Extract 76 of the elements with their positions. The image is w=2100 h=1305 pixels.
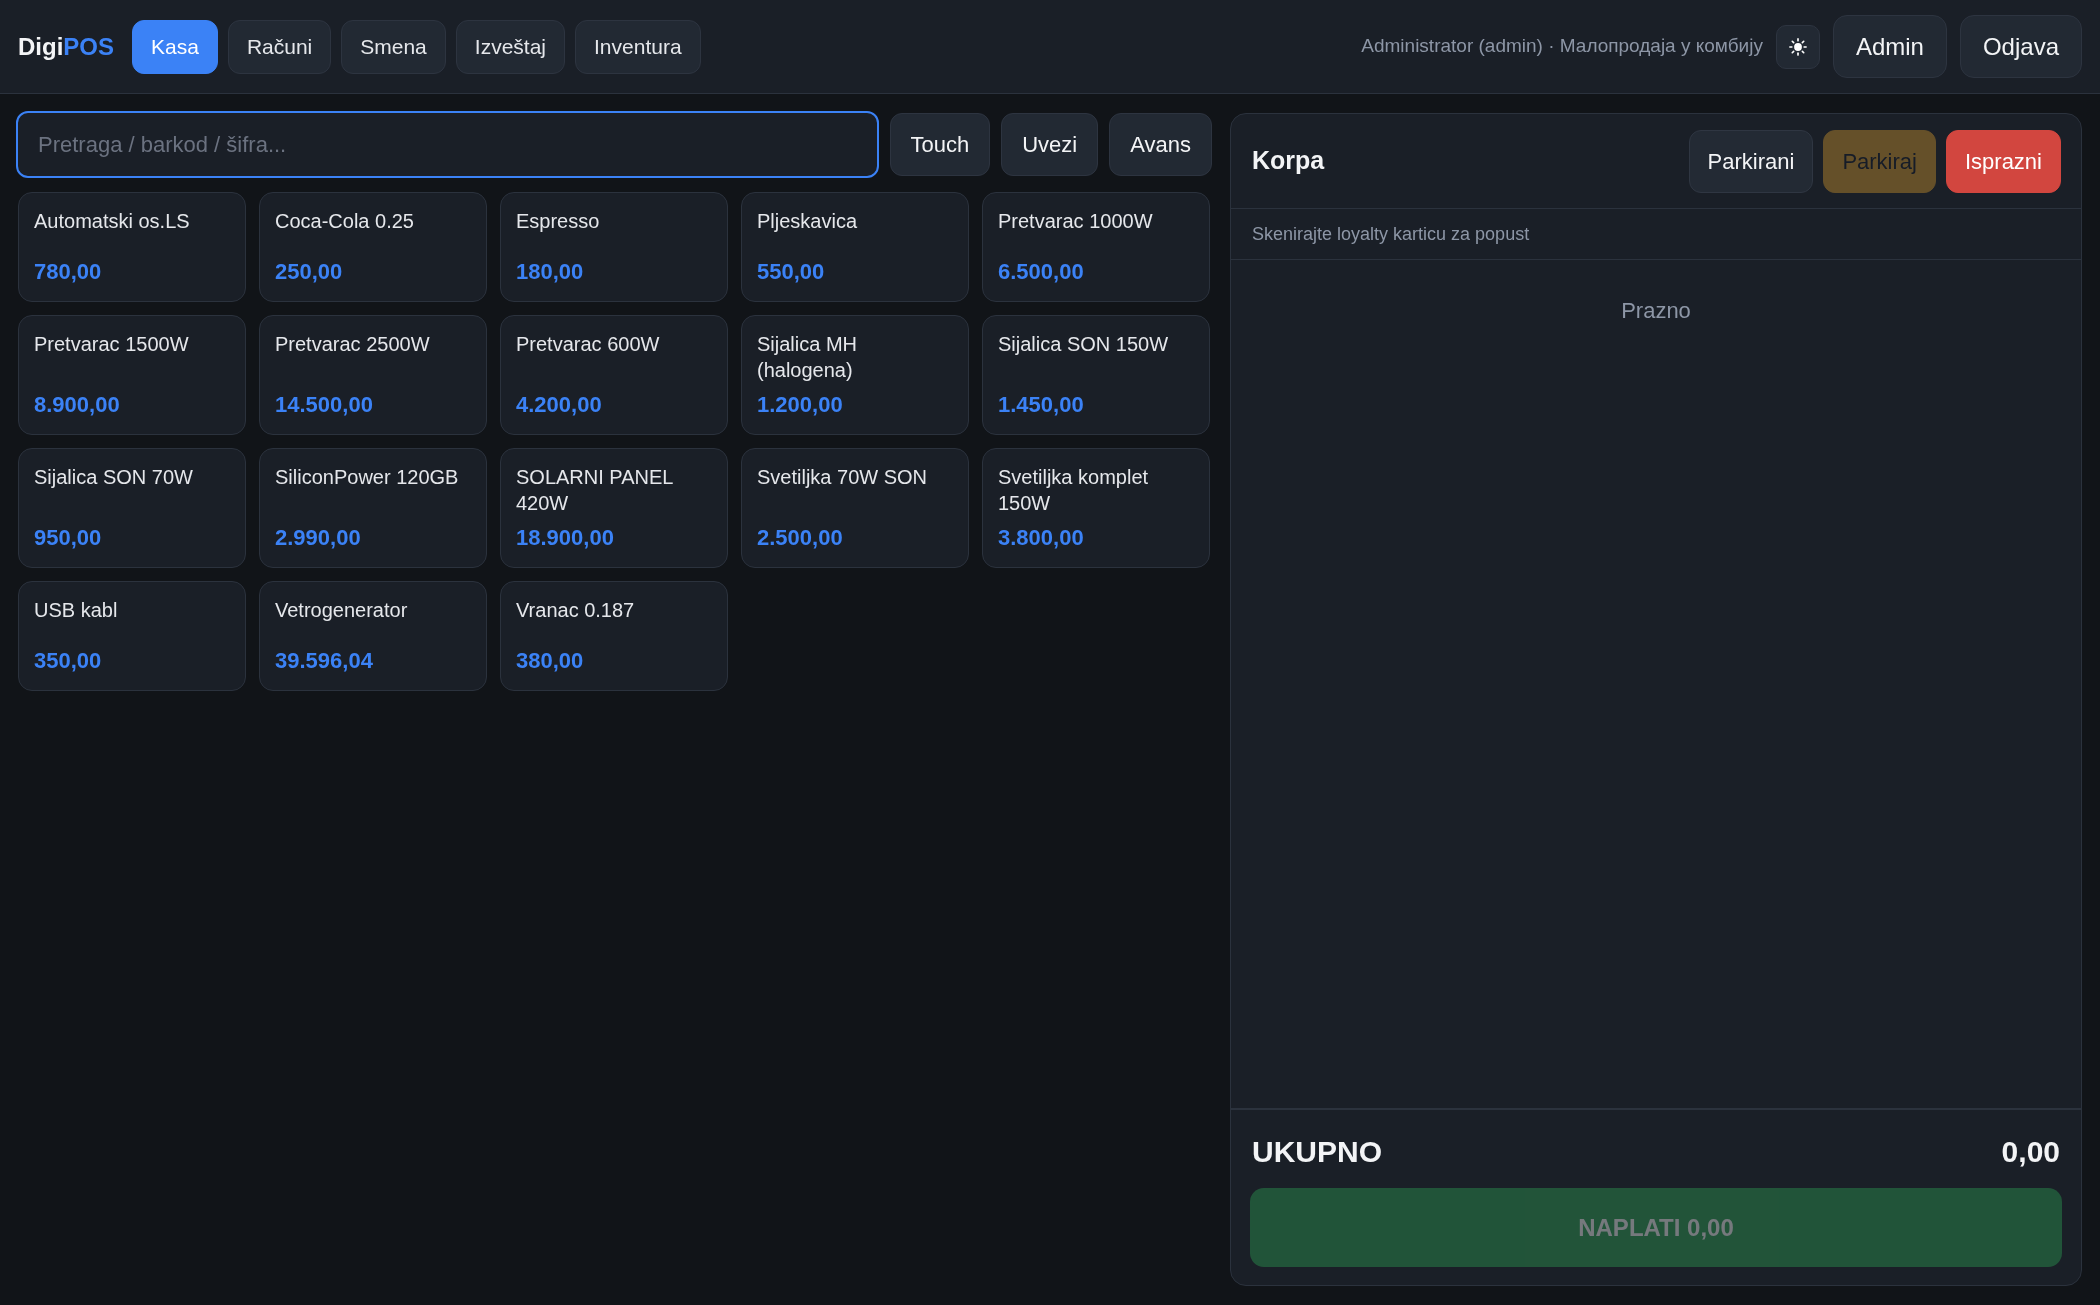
product-price: 6.500,00 bbox=[998, 258, 1084, 286]
product-price: 18.900,00 bbox=[516, 524, 614, 552]
product-card[interactable]: Sijalica MH (halogena) 1.200,00 bbox=[741, 315, 969, 435]
product-price: 950,00 bbox=[34, 524, 102, 552]
product-name: Vetrogenerator bbox=[275, 598, 409, 623]
empty-cart-text: Prazno bbox=[1621, 297, 1691, 325]
product-price: 180,00 bbox=[516, 258, 584, 286]
product-card[interactable]: Pretvarac 2500W 14.500,00 bbox=[259, 315, 487, 435]
product-name: Sijalica SON 70W bbox=[34, 465, 194, 490]
product-name: Sijalica SON 150W bbox=[998, 332, 1170, 357]
product-card[interactable]: Svetiljka komplet 150W 3.800,00 bbox=[982, 448, 1210, 568]
cart-button[interactable]: Parkirani bbox=[1688, 129, 1814, 193]
product-price: 2.500,00 bbox=[757, 524, 843, 552]
user-info: Administrator (admin) · Малопродаја у комбију bbox=[1361, 34, 1763, 59]
product-name: Pretvarac 2500W bbox=[275, 332, 431, 357]
nav-tab[interactable]: Izveštaj bbox=[455, 19, 565, 74]
theme-toggle-button[interactable] bbox=[1775, 24, 1820, 69]
product-price: 380,00 bbox=[516, 647, 584, 675]
header-button[interactable]: Admin bbox=[1832, 15, 1947, 78]
product-card[interactable]: Vranac 0.187 380,00 bbox=[500, 581, 728, 691]
product-price: 39.596,04 bbox=[275, 647, 373, 675]
product-name: Pretvarac 1500W bbox=[34, 332, 190, 357]
product-name: SiliconPower 120GB bbox=[275, 465, 460, 490]
toolbar-button[interactable]: Uvezi bbox=[1001, 113, 1099, 176]
nav-tab[interactable]: Kasa bbox=[132, 19, 218, 74]
product-name: Coca-Cola 0.25 bbox=[275, 209, 415, 234]
search-field[interactable]: Pretraga / barkod / šifra... bbox=[16, 111, 879, 178]
product-name: Pretvarac 600W bbox=[516, 332, 661, 357]
toolbar-button[interactable]: Avans bbox=[1109, 113, 1212, 176]
product-card[interactable]: Pretvarac 600W 4.200,00 bbox=[500, 315, 728, 435]
sun-icon bbox=[1788, 37, 1807, 56]
product-card[interactable]: Pljeskavica 550,00 bbox=[741, 192, 969, 302]
product-name: Sijalica MH (halogena) bbox=[757, 332, 859, 383]
product-name: Pretvarac 1000W bbox=[998, 209, 1154, 234]
product-name: Automatski os.LS bbox=[34, 209, 191, 234]
product-card[interactable]: Sijalica SON 70W 950,00 bbox=[18, 448, 246, 568]
product-name: Svetiljka komplet 150W bbox=[998, 465, 1150, 516]
product-name: SOLARNI PANEL 420W bbox=[516, 465, 674, 516]
product-card[interactable]: Espresso 180,00 bbox=[500, 192, 728, 302]
toolbar-button[interactable]: Touch bbox=[889, 113, 991, 176]
product-card[interactable]: SiliconPower 120GB 2.990,00 bbox=[259, 448, 487, 568]
nav-tab[interactable]: Smena bbox=[341, 19, 446, 74]
product-price: 1.450,00 bbox=[998, 391, 1084, 419]
product-price: 250,00 bbox=[275, 258, 343, 286]
logo: DigiPOS bbox=[18, 34, 114, 59]
product-price: 1.200,00 bbox=[757, 391, 843, 419]
product-name: Svetiljka 70W SON bbox=[757, 465, 929, 490]
product-price: 8.900,00 bbox=[34, 391, 120, 419]
product-card[interactable]: Pretvarac 1500W 8.900,00 bbox=[18, 315, 246, 435]
product-card[interactable]: Automatski os.LS 780,00 bbox=[18, 192, 246, 302]
product-name: Vranac 0.187 bbox=[516, 598, 636, 623]
product-price: 350,00 bbox=[34, 647, 102, 675]
cart-button[interactable]: Isprazni bbox=[1945, 129, 2061, 193]
product-card[interactable]: Svetiljka 70W SON 2.500,00 bbox=[741, 448, 969, 568]
header-button[interactable]: Odjava bbox=[1959, 15, 2082, 78]
product-price: 14.500,00 bbox=[275, 391, 373, 419]
product-card[interactable]: Coca-Cola 0.25 250,00 bbox=[259, 192, 487, 302]
product-card[interactable]: USB kabl 350,00 bbox=[18, 581, 246, 691]
product-price: 780,00 bbox=[34, 258, 102, 286]
product-card[interactable]: SOLARNI PANEL 420W 18.900,00 bbox=[500, 448, 728, 568]
product-card[interactable]: Vetrogenerator 39.596,04 bbox=[259, 581, 487, 691]
total-value: 0,00 bbox=[2001, 1133, 2060, 1170]
product-price: 4.200,00 bbox=[516, 391, 602, 419]
product-name: Pljeskavica bbox=[757, 209, 859, 234]
product-name: USB kabl bbox=[34, 598, 119, 623]
product-price: 3.800,00 bbox=[998, 524, 1084, 552]
product-card[interactable]: Sijalica SON 150W 1.450,00 bbox=[982, 315, 1210, 435]
nav-tab[interactable]: Inventura bbox=[575, 19, 701, 74]
product-name: Espresso bbox=[516, 209, 601, 234]
product-price: 2.990,00 bbox=[275, 524, 361, 552]
product-price: 550,00 bbox=[757, 258, 825, 286]
total-label: UKUPNO bbox=[1252, 1133, 1382, 1170]
nav-tab[interactable]: Računi bbox=[227, 19, 332, 74]
product-card[interactable]: Pretvarac 1000W 6.500,00 bbox=[982, 192, 1210, 302]
loyalty-hint: Skenirajte loyalty karticu za popust bbox=[1252, 222, 1530, 246]
cart-title: Korpa bbox=[1252, 145, 1325, 177]
